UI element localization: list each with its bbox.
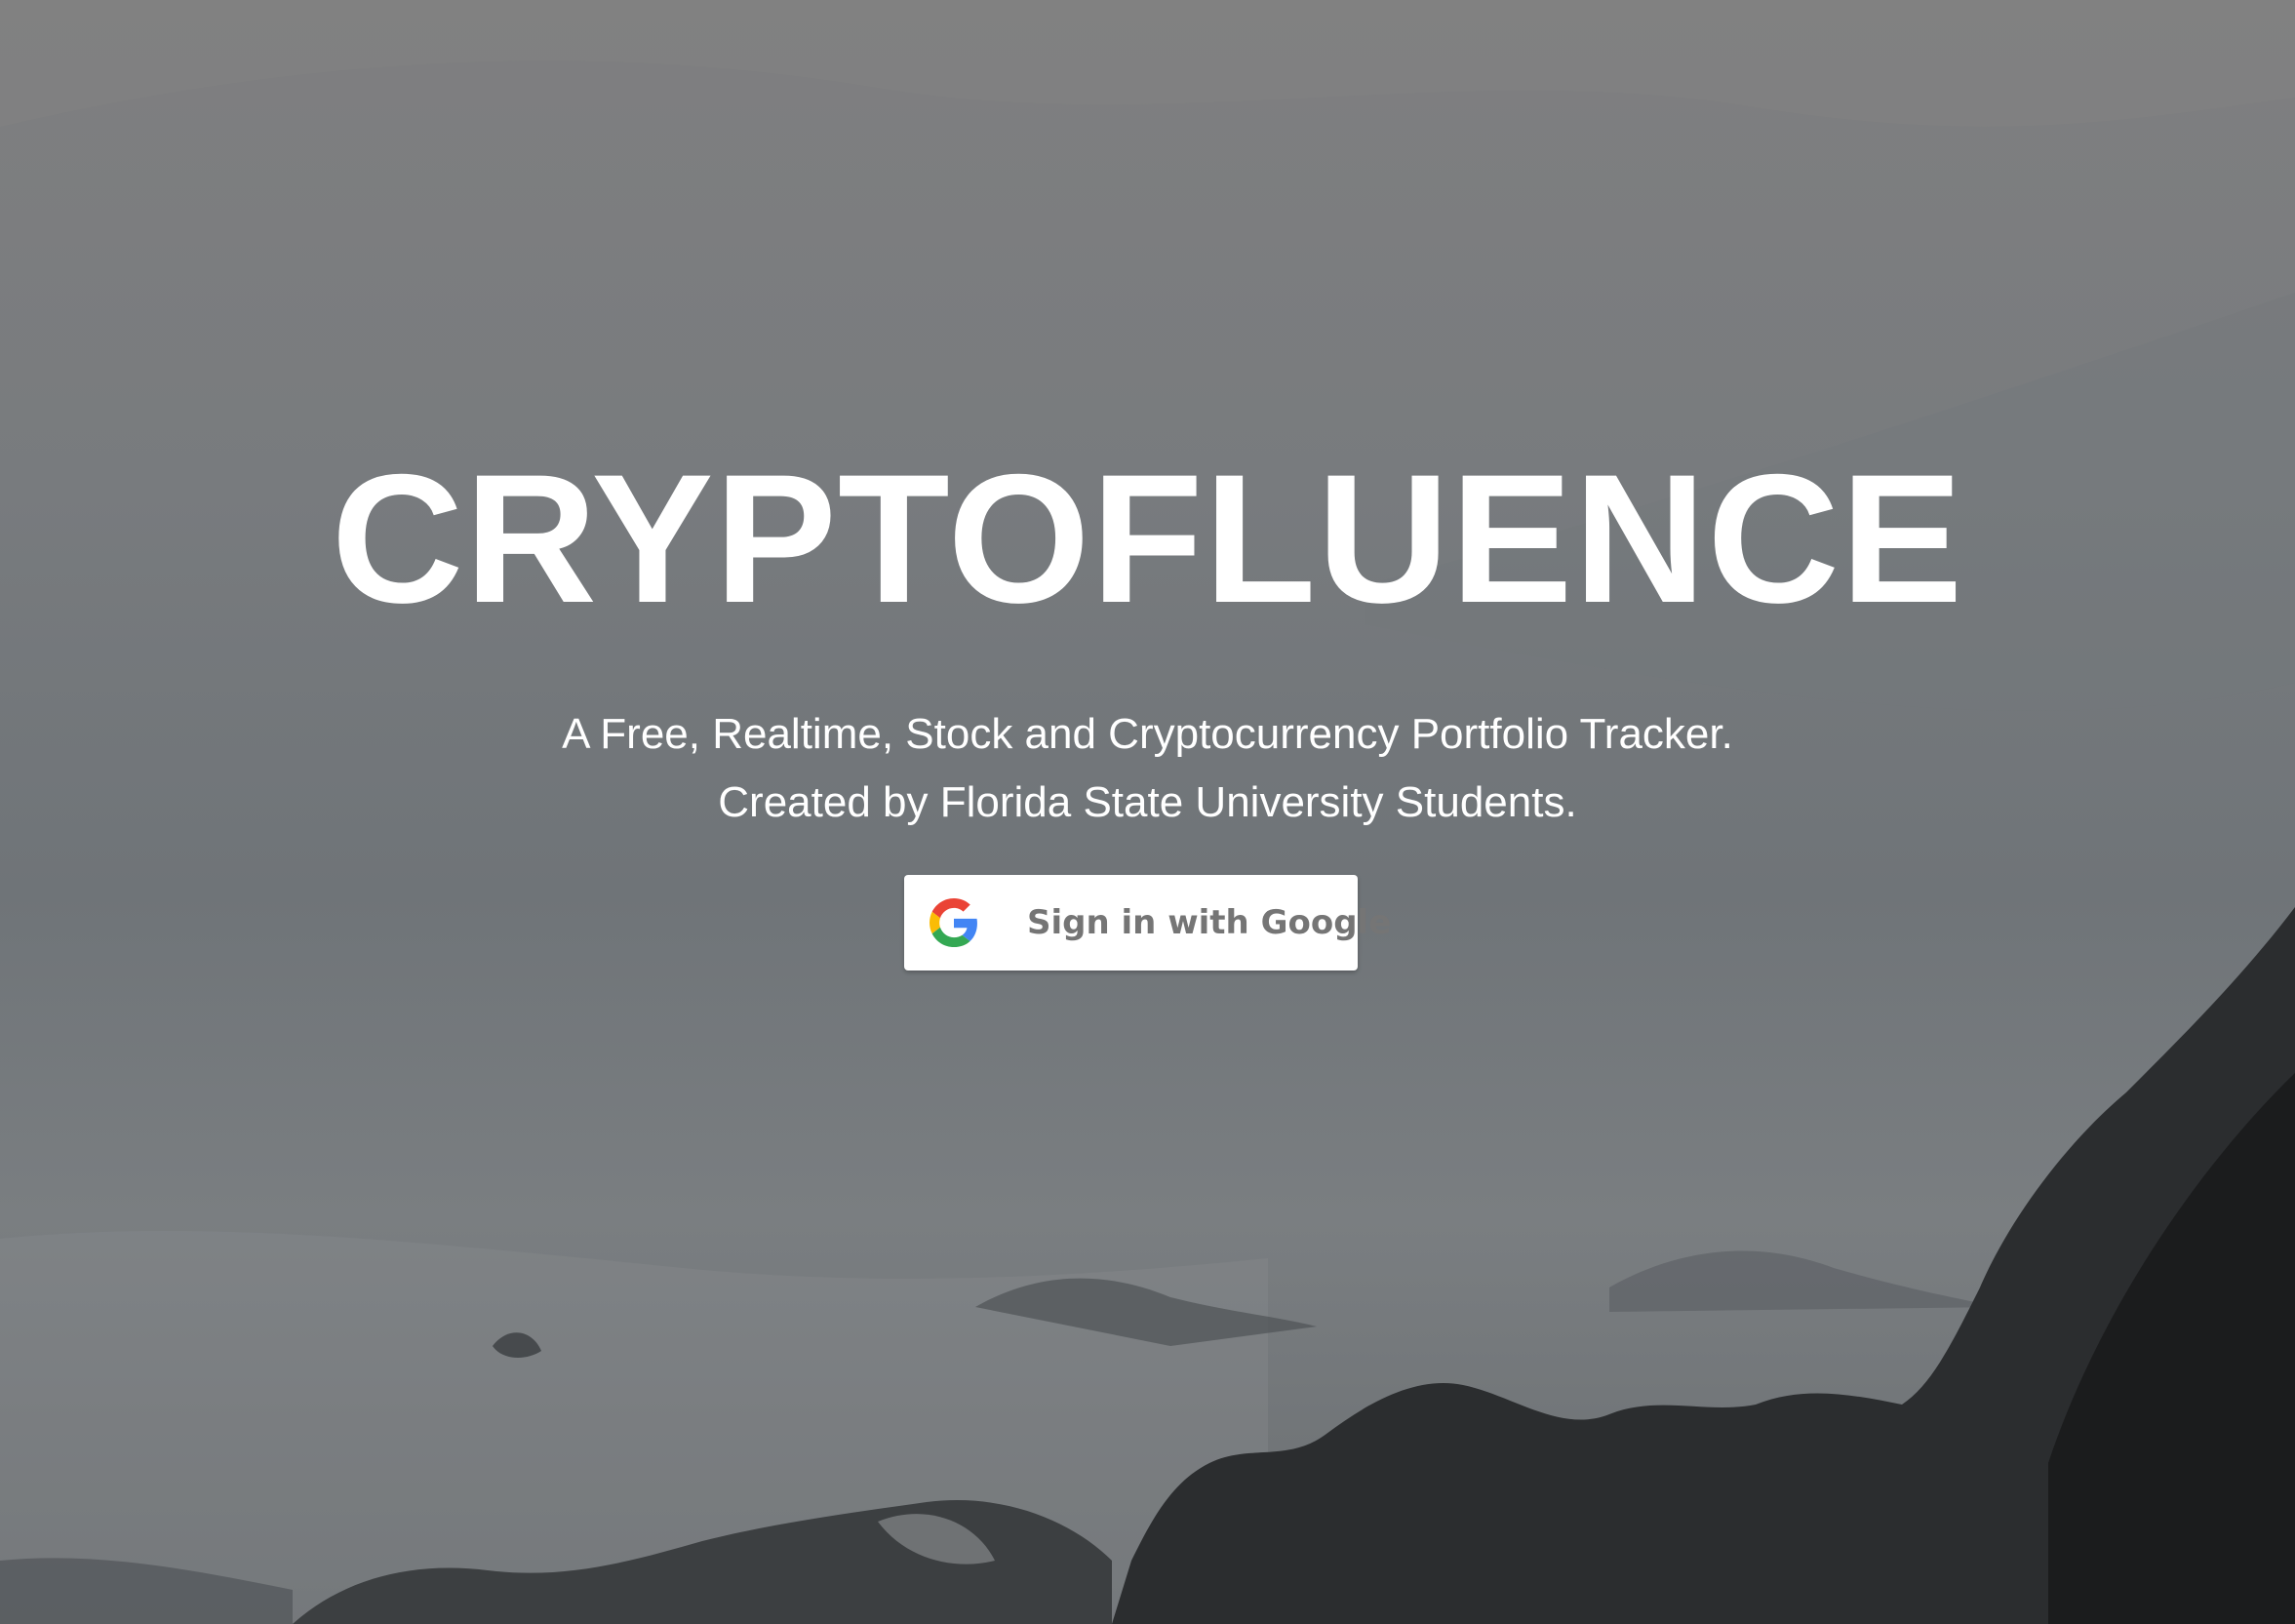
google-sign-in-label: Sign in with Google xyxy=(1027,903,1392,942)
hero-section: CRYPTOFLUENCE A Free, Realtime, Stock an… xyxy=(0,0,2295,1624)
google-g-logo-icon xyxy=(930,898,977,947)
tagline-line-1: A Free, Realtime, Stock and Cryptocurren… xyxy=(562,710,1733,758)
tagline-line-2: Created by Florida State University Stud… xyxy=(718,778,1577,826)
brand-title: CRYPTOFLUENCE xyxy=(331,436,1964,641)
google-sign-in-button[interactable]: Sign in with Google xyxy=(904,875,1391,970)
